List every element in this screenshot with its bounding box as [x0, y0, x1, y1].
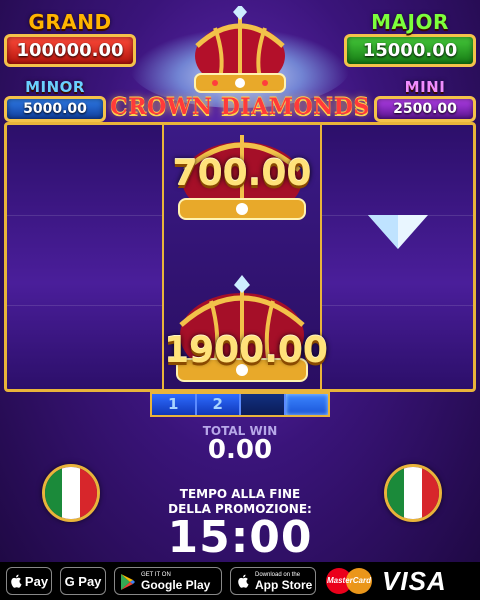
- respin-progress-bar: 1 2: [150, 392, 330, 417]
- crown-value-1: 700.00: [172, 153, 312, 194]
- game-logo: CROWN DIAMONDS: [110, 94, 370, 120]
- progress-segment-4: [285, 394, 328, 415]
- jackpot-major-title: MAJOR: [371, 10, 449, 34]
- jackpot-mini-title: MINI: [404, 78, 446, 96]
- apple-icon: [238, 574, 249, 588]
- visa-logo: VISA: [382, 565, 447, 596]
- mastercard-label: MasterCard: [326, 576, 371, 585]
- progress-segment-2: 2: [196, 394, 241, 415]
- jackpot-minor: MINOR 5000.00: [4, 78, 106, 122]
- jackpot-grand-value: 100000.00: [4, 34, 136, 67]
- crown-value-2: 1900.00: [164, 330, 328, 371]
- google-pay-badge[interactable]: G Pay: [60, 567, 106, 595]
- jackpot-grand-title: GRAND: [28, 10, 112, 34]
- app-store-big-text: App Store: [255, 577, 313, 592]
- apple-pay-badge[interactable]: Pay: [6, 567, 52, 595]
- google-play-big-text: Google Play: [141, 577, 211, 592]
- reels-area: 700.00 1900.00: [4, 122, 476, 392]
- reel-2: 700.00 1900.00: [162, 125, 328, 389]
- diamond-icon: [368, 215, 428, 249]
- google-play-badge[interactable]: GET IT ON Google Play: [114, 567, 222, 595]
- reel-3: [322, 125, 473, 389]
- jackpot-minor-value: 5000.00: [4, 96, 106, 122]
- jackpot-mini: MINI 2500.00: [374, 78, 476, 122]
- google-play-icon: [121, 574, 135, 590]
- mastercard-logo: MasterCard: [324, 567, 374, 595]
- total-win-value: 0.00: [207, 435, 273, 465]
- progress-segment-3: [241, 394, 286, 415]
- jackpot-minor-title: MINOR: [25, 78, 85, 96]
- apple-pay-label: Pay: [24, 573, 49, 589]
- promo-timer: 15:00: [167, 512, 313, 563]
- payment-methods-bar: Pay G Pay GET IT ON Google Play Download…: [0, 562, 480, 600]
- jackpot-major: MAJOR 15000.00: [344, 10, 476, 67]
- crown-icon: [194, 6, 286, 93]
- promo-label-line1: TEMPO ALLA FINE: [179, 487, 301, 501]
- apple-icon: [11, 574, 22, 588]
- reel-1: [7, 125, 162, 389]
- progress-segment-1: 1: [152, 394, 197, 415]
- app-store-badge[interactable]: Download on the App Store: [230, 567, 316, 595]
- jackpot-major-value: 15000.00: [344, 34, 476, 67]
- google-pay-label: G Pay: [64, 573, 102, 589]
- jackpot-grand: GRAND 100000.00: [4, 10, 136, 67]
- jackpot-mini-value: 2500.00: [374, 96, 476, 122]
